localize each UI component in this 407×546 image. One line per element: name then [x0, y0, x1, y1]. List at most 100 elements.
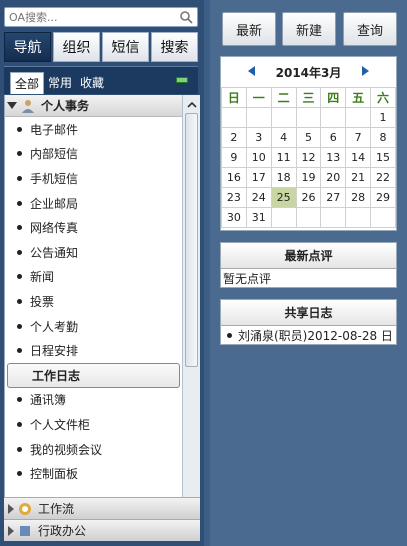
nav-item-announcements[interactable]: 公告通知	[5, 240, 182, 265]
tab-messages[interactable]: 短信	[102, 32, 149, 62]
subtab-frequent[interactable]: 常用	[44, 72, 76, 94]
nav-item-email[interactable]: 电子邮件	[5, 117, 182, 142]
nav-item-fax[interactable]: 网络传真	[5, 215, 182, 240]
bullet-icon	[17, 200, 22, 206]
calendar-day[interactable]	[345, 107, 372, 128]
bullet-icon	[17, 397, 22, 403]
nav-item-label: 公告通知	[30, 245, 79, 260]
calendar-day[interactable]: 9	[221, 147, 247, 168]
workflow-icon	[19, 502, 31, 515]
tab-organization[interactable]: 组织	[53, 32, 100, 62]
bullet-icon	[17, 274, 22, 280]
new-button[interactable]: 新建	[282, 12, 336, 46]
calendar-day-today[interactable]: 25	[270, 187, 297, 208]
nav-item-control-panel[interactable]: 控制面板	[5, 461, 182, 486]
nav-item-personal-files[interactable]: 个人文件柜	[5, 412, 182, 437]
collapsed-arrow-icon	[8, 503, 14, 514]
calendar-day[interactable]	[245, 107, 272, 128]
nav-item-video-meeting[interactable]: 我的视频会议	[5, 437, 182, 462]
calendar-day[interactable]	[345, 207, 372, 228]
subtab-all[interactable]: 全部	[10, 72, 45, 94]
scroll-thumb[interactable]	[185, 113, 198, 367]
calendar-day[interactable]: 20	[320, 167, 347, 188]
group-personal-affairs[interactable]: 个人事务	[5, 95, 182, 117]
calendar-day[interactable]: 12	[295, 147, 322, 168]
nav-item-label: 我的视频会议	[30, 442, 103, 457]
shared-log-entry[interactable]: 刘涌泉(职员)2012-08-28 日	[221, 326, 396, 344]
scroll-up-icon[interactable]	[187, 100, 197, 110]
calendar-day[interactable]: 8	[370, 127, 396, 148]
calendar-title: 2014年3月	[275, 65, 342, 80]
calendar-day[interactable]: 11	[270, 147, 297, 168]
calendar-day[interactable]	[295, 107, 322, 128]
tab-search[interactable]: 搜索	[151, 32, 198, 62]
nav-item-attendance[interactable]: 个人考勤	[5, 314, 182, 339]
nav-item-schedule[interactable]: 日程安排	[5, 338, 182, 363]
prev-month-icon[interactable]	[248, 66, 255, 76]
group-label: 个人事务	[41, 99, 90, 113]
calendar-day[interactable]: 13	[320, 147, 347, 168]
latest-button[interactable]: 最新	[222, 12, 276, 46]
calendar-day[interactable]: 6	[320, 127, 347, 148]
weekday-label: 二	[270, 87, 297, 108]
nav-item-vote[interactable]: 投票	[5, 289, 182, 314]
calendar-day[interactable]: 7	[345, 127, 372, 148]
calendar-day[interactable]: 31	[245, 207, 272, 228]
nav-item-corporate-mail[interactable]: 企业邮局	[5, 191, 182, 216]
calendar-day[interactable]: 30	[221, 207, 247, 228]
bullet-icon	[17, 348, 22, 354]
calendar-day[interactable]: 23	[221, 187, 247, 208]
search-input[interactable]	[5, 8, 173, 26]
nav-item-internal-sms[interactable]: 内部短信	[5, 142, 182, 167]
tab-navigation[interactable]: 导航	[4, 32, 51, 62]
calendar-day[interactable]: 4	[270, 127, 297, 148]
calendar-day[interactable]: 2	[221, 127, 247, 148]
bullet-icon	[17, 126, 22, 132]
collapsed-groups: 工作流 行政办公	[4, 497, 200, 541]
subtab-favorites[interactable]: 收藏	[76, 72, 108, 94]
calendar-day[interactable]: 26	[295, 187, 322, 208]
calendar-day[interactable]	[370, 207, 396, 228]
calendar-day[interactable]: 3	[245, 127, 272, 148]
calendar-day[interactable]: 22	[370, 167, 396, 188]
calendar-day[interactable]: 17	[245, 167, 272, 188]
search-box[interactable]	[4, 7, 198, 27]
calendar-day[interactable]	[270, 107, 297, 128]
query-button[interactable]: 查询	[343, 12, 397, 46]
calendar-day[interactable]	[221, 107, 247, 128]
calendar-day[interactable]: 15	[370, 147, 396, 168]
calendar-day[interactable]: 16	[221, 167, 247, 188]
calendar-day[interactable]: 29	[370, 187, 396, 208]
calendar-day[interactable]: 27	[320, 187, 347, 208]
group-label: 行政办公	[38, 524, 87, 538]
group-admin-office[interactable]: 行政办公	[4, 519, 200, 541]
calendar-day[interactable]: 14	[345, 147, 372, 168]
next-month-icon[interactable]	[362, 66, 369, 76]
expanded-arrow-icon	[7, 102, 17, 109]
calendar-day[interactable]: 1	[370, 107, 396, 128]
calendar-day[interactable]	[270, 207, 297, 228]
search-icon[interactable]	[179, 10, 193, 24]
calendar-day[interactable]	[320, 207, 347, 228]
calendar-day[interactable]	[295, 207, 322, 228]
collapse-icon[interactable]	[176, 77, 188, 83]
calendar-day[interactable]: 5	[295, 127, 322, 148]
weekday-label: 四	[320, 87, 347, 108]
calendar-day[interactable]: 28	[345, 187, 372, 208]
nav-item-label: 网络传真	[30, 221, 79, 236]
bullet-icon	[17, 421, 22, 427]
nav-item-work-log[interactable]: 工作日志	[7, 362, 180, 388]
left-panel: 导航 组织 短信 搜索 全部 常用 收藏 个人事务 电子邮件 内部短信 手机短信…	[0, 0, 204, 546]
calendar-day[interactable]: 10	[245, 147, 272, 168]
calendar-day[interactable]: 19	[295, 167, 322, 188]
tree-scrollbar[interactable]	[182, 95, 200, 520]
calendar-day[interactable]: 21	[345, 167, 372, 188]
calendar-day[interactable]: 18	[270, 167, 297, 188]
calendar-day[interactable]: 24	[245, 187, 272, 208]
nav-item-mobile-sms[interactable]: 手机短信	[5, 166, 182, 191]
calendar-day[interactable]	[320, 107, 347, 128]
bullet-icon	[17, 471, 22, 477]
group-workflow[interactable]: 工作流	[4, 497, 200, 519]
nav-item-news[interactable]: 新闻	[5, 265, 182, 290]
nav-item-contacts[interactable]: 通讯簿	[5, 388, 182, 413]
